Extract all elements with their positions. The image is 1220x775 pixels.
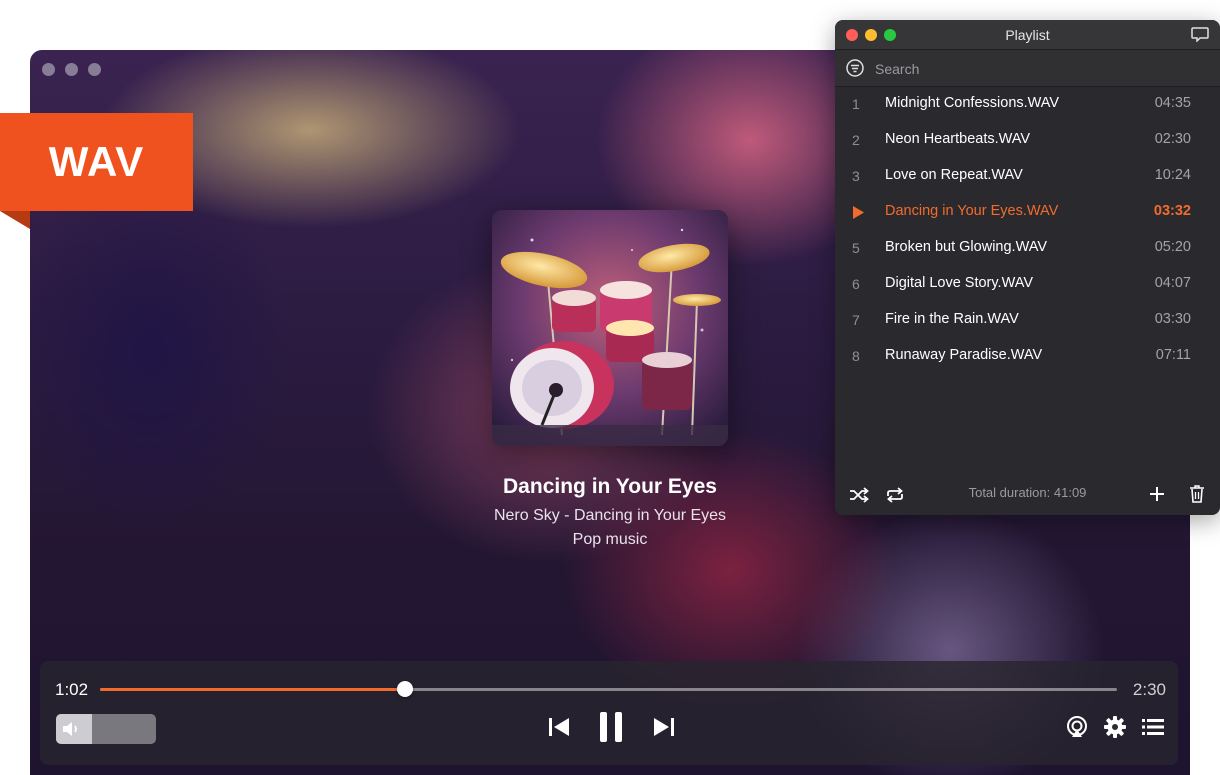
track-duration: 10:24 bbox=[1154, 167, 1191, 183]
track-name: Fire in the Rain.WAV bbox=[885, 311, 1019, 327]
track-number: 3 bbox=[852, 168, 860, 184]
chat-icon[interactable] bbox=[1191, 27, 1209, 47]
playlist-row[interactable]: 1 Midnight Confessions.WAV 04:35 bbox=[835, 86, 1220, 122]
playlist-title: Playlist bbox=[1005, 27, 1050, 43]
filter-icon bbox=[846, 59, 864, 82]
seek-bar[interactable] bbox=[100, 681, 1117, 697]
previous-button[interactable] bbox=[547, 717, 571, 741]
skip-next-icon bbox=[653, 717, 675, 742]
track-name: Runaway Paradise.WAV bbox=[885, 347, 1043, 363]
playlist-window: Playlist 1 Midnight Confessions.WAV 04:35 2… bbox=[835, 20, 1220, 515]
track-duration: 03:30 bbox=[1154, 311, 1191, 327]
track-duration: 05:20 bbox=[1154, 239, 1191, 255]
track-number: 8 bbox=[852, 348, 860, 364]
track-name: Love on Repeat.WAV bbox=[885, 167, 1023, 183]
seek-bar-progress bbox=[100, 688, 406, 691]
search-input[interactable] bbox=[873, 58, 1207, 80]
playlist-button[interactable] bbox=[1141, 717, 1165, 741]
track-genre: Pop music bbox=[572, 531, 648, 548]
playlist-search bbox=[835, 50, 1220, 87]
plus-icon bbox=[1149, 486, 1165, 507]
skip-previous-icon bbox=[548, 717, 570, 742]
settings-button[interactable] bbox=[1103, 715, 1127, 743]
airplay-icon bbox=[1066, 715, 1088, 743]
track-number: 6 bbox=[852, 276, 860, 292]
track-duration: 04:07 bbox=[1154, 275, 1191, 291]
playlist-row[interactable]: 2 Neon Heartbeats.WAV 02:30 bbox=[835, 122, 1220, 158]
trash-icon bbox=[1189, 485, 1205, 508]
total-time: 2:30 bbox=[1132, 680, 1166, 699]
playlist-row[interactable]: 6 Digital Love Story.WAV 04:07 bbox=[835, 266, 1220, 302]
track-number: 1 bbox=[852, 96, 860, 112]
track-number: 2 bbox=[852, 132, 860, 148]
playlist-row[interactable]: 7 Fire in the Rain.WAV 03:30 bbox=[835, 302, 1220, 338]
playlist-row[interactable]: 3 Love on Repeat.WAV 10:24 bbox=[835, 158, 1220, 194]
pause-icon bbox=[599, 711, 623, 748]
next-button[interactable] bbox=[652, 717, 676, 741]
list-icon bbox=[1142, 718, 1164, 741]
seek-bar-handle[interactable] bbox=[397, 681, 414, 697]
gear-icon bbox=[1104, 715, 1126, 743]
track-name: Digital Love Story.WAV bbox=[885, 275, 1034, 291]
track-duration: 02:30 bbox=[1154, 131, 1191, 147]
pause-button[interactable] bbox=[597, 711, 625, 747]
track-name: Broken but Glowing.WAV bbox=[885, 239, 1047, 255]
delete-track-button[interactable] bbox=[1189, 485, 1205, 508]
volume-slider[interactable] bbox=[56, 714, 156, 744]
add-track-button[interactable] bbox=[1149, 486, 1165, 507]
playlist-row[interactable]: 5 Broken but Glowing.WAV 05:20 bbox=[835, 230, 1220, 266]
current-time: 1:02 bbox=[55, 680, 89, 699]
now-playing-icon bbox=[852, 206, 864, 224]
playlist-row[interactable]: 8 Runaway Paradise.WAV 07:11 bbox=[835, 338, 1220, 374]
close-window-button[interactable] bbox=[42, 63, 55, 76]
track-name: Dancing in Your Eyes.WAV bbox=[885, 203, 1059, 219]
track-name: Midnight Confessions.WAV bbox=[885, 95, 1060, 111]
track-number: 5 bbox=[852, 240, 860, 256]
track-name: Neon Heartbeats.WAV bbox=[885, 131, 1031, 147]
track-number: 7 bbox=[852, 312, 860, 328]
control-bar: 1:02 2:30 bbox=[40, 661, 1178, 765]
album-cover bbox=[492, 210, 728, 446]
track-duration: 04:35 bbox=[1154, 95, 1191, 111]
playlist-footer: Total duration: 41:09 bbox=[835, 478, 1220, 515]
zoom-window-button[interactable] bbox=[88, 63, 101, 76]
speaker-icon bbox=[62, 721, 80, 742]
track-duration: 03:32 bbox=[1153, 203, 1191, 219]
minimize-window-button[interactable] bbox=[65, 63, 78, 76]
airplay-button[interactable] bbox=[1065, 715, 1089, 743]
window-controls bbox=[42, 63, 101, 76]
playlist-titlebar: Playlist bbox=[835, 20, 1220, 50]
badge-fold bbox=[0, 211, 30, 229]
playlist-row[interactable]: Dancing in Your Eyes.WAV 03:32 bbox=[835, 194, 1220, 230]
format-badge: WAV bbox=[0, 113, 193, 211]
track-duration: 07:11 bbox=[1155, 347, 1191, 363]
